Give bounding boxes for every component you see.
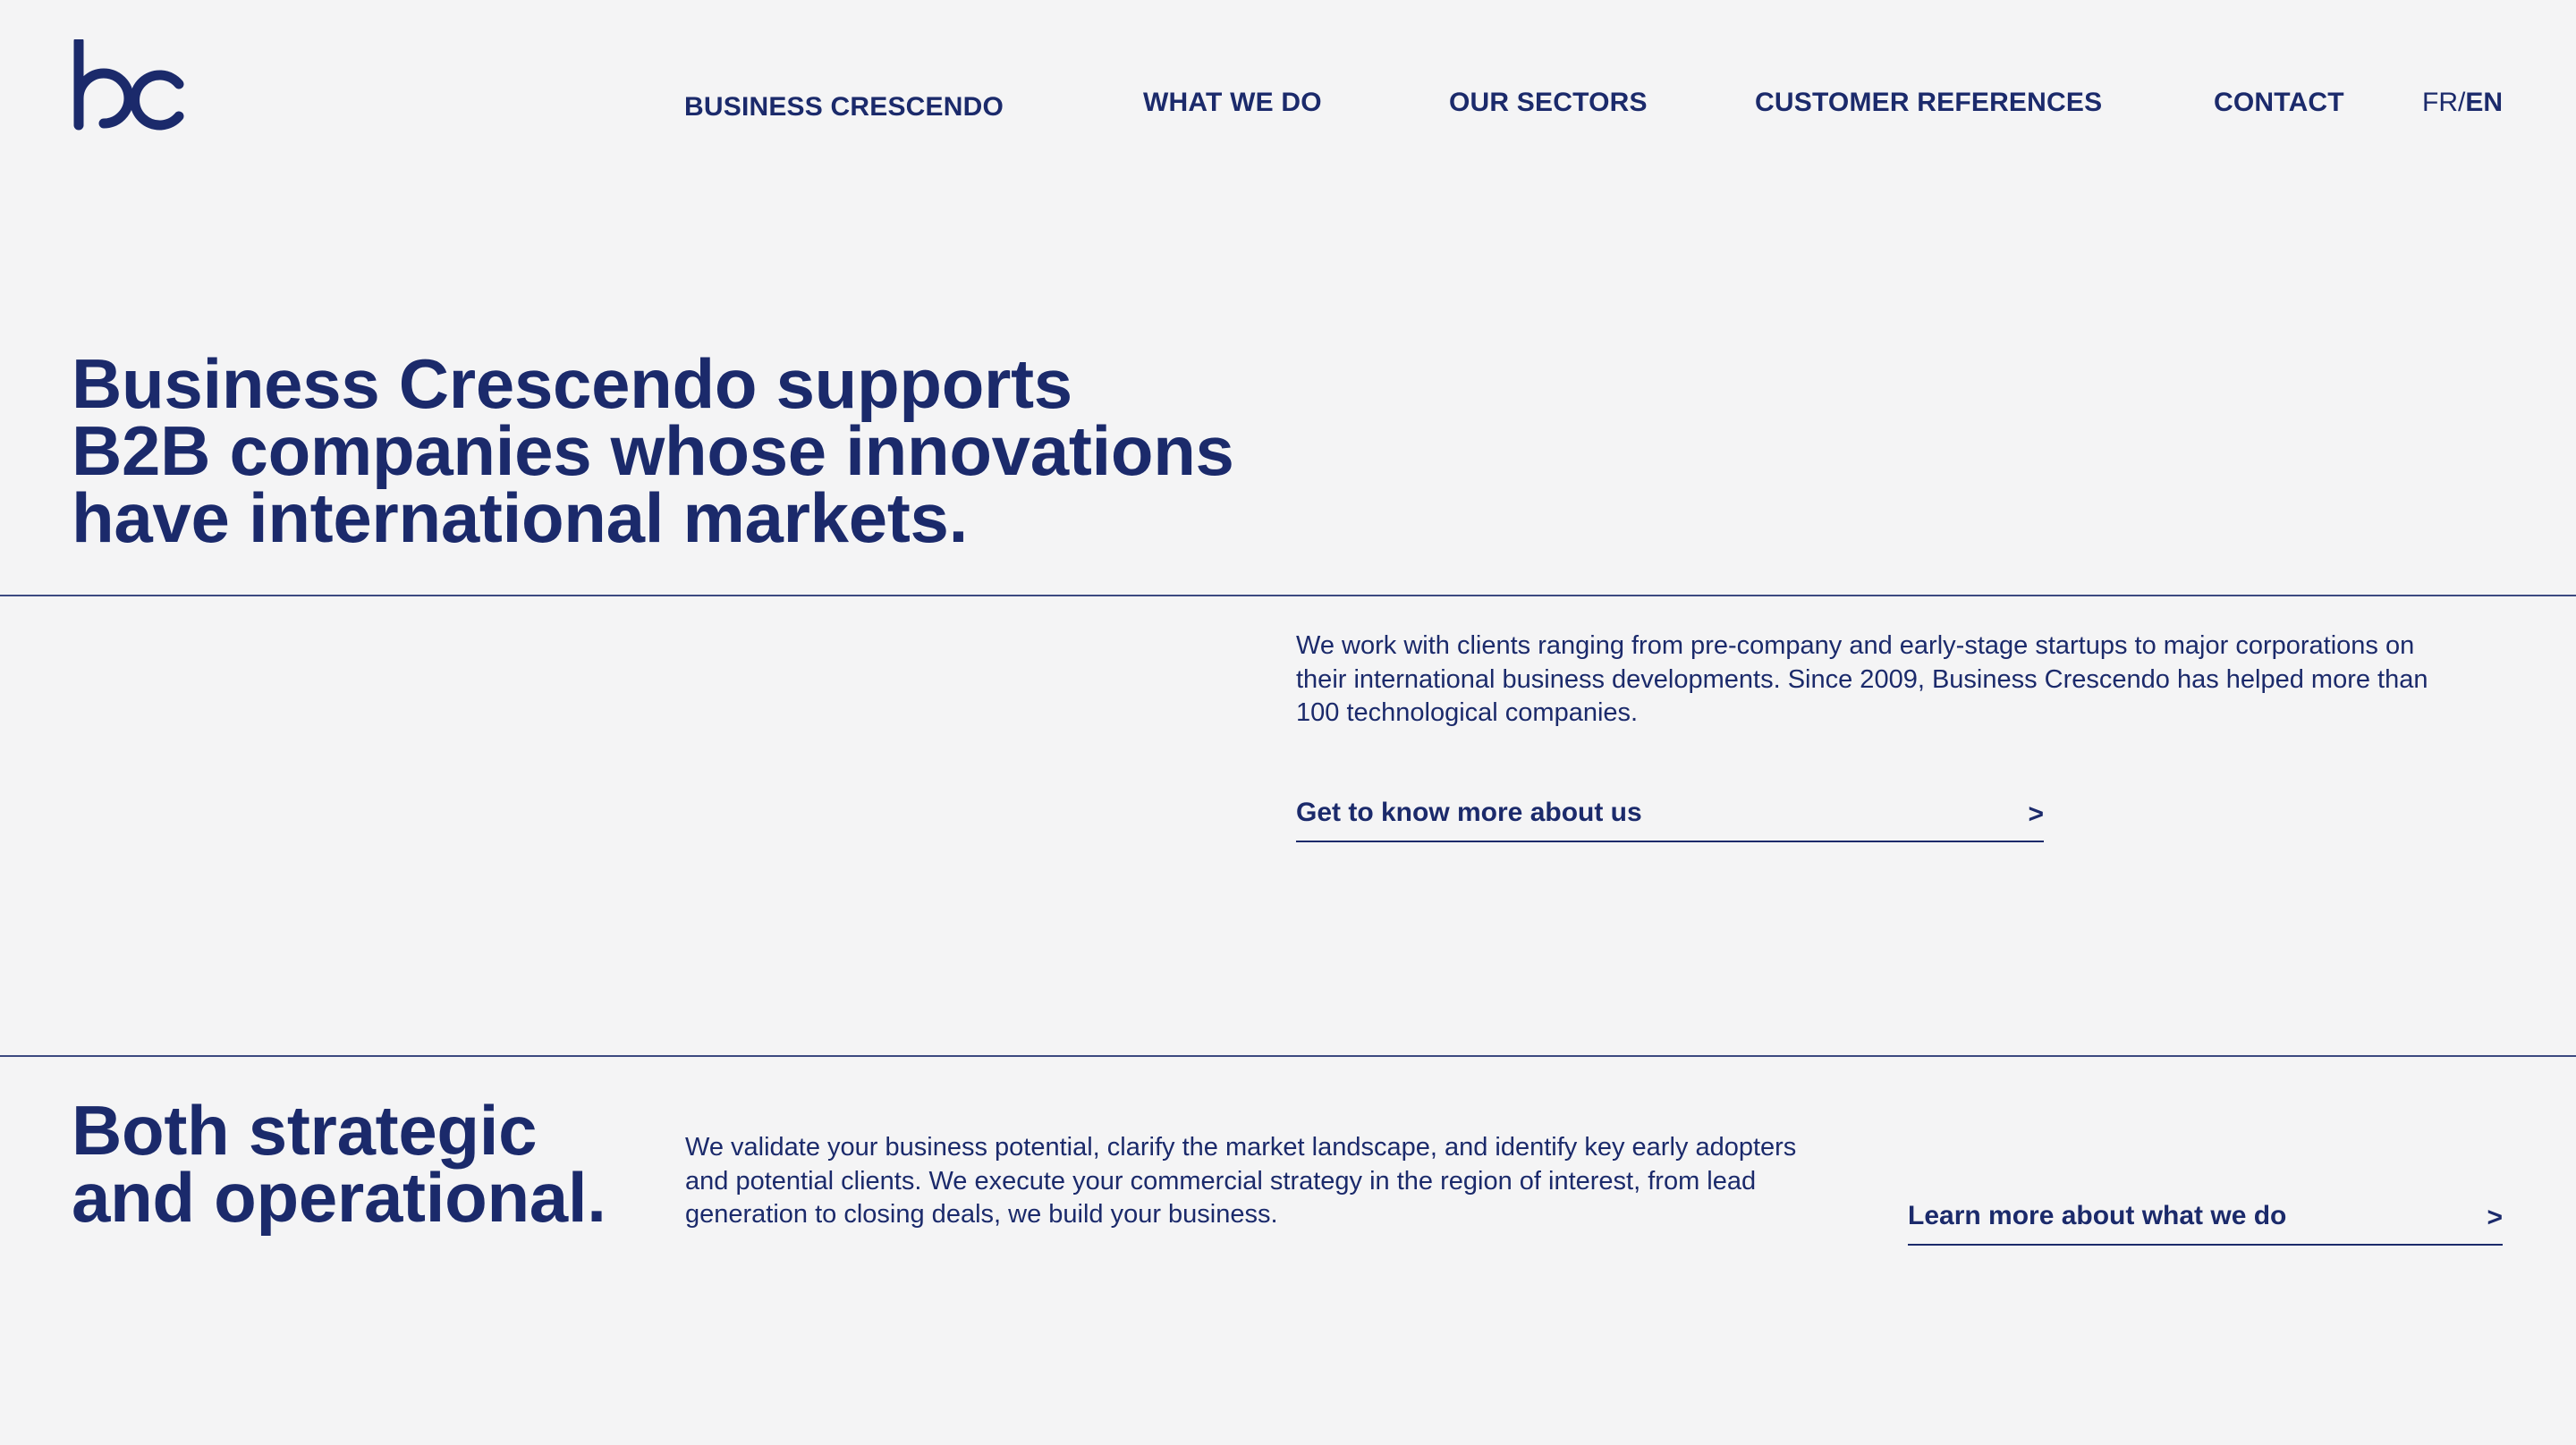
- lang-fr-link[interactable]: FR: [2422, 88, 2458, 117]
- hero-title: Business Crescendo supports B2B companie…: [72, 349, 1288, 553]
- hero-intro-text: We work with clients ranging from pre-co…: [1296, 631, 2428, 727]
- nav-contact[interactable]: CONTACT: [2214, 88, 2344, 118]
- section-title-line: and operational.: [72, 1158, 606, 1237]
- nav-what-we-do[interactable]: WHAT WE DO: [1143, 88, 1322, 118]
- what-we-do-link[interactable]: Learn more about what we do >: [1908, 1201, 2503, 1246]
- bc-logo-icon: [73, 36, 184, 131]
- section-divider: [0, 1055, 2576, 1057]
- about-us-link-label: Get to know more about us: [1296, 798, 1642, 827]
- arrow-right-icon: >: [2487, 1203, 2503, 1232]
- nav-customer-references[interactable]: CUSTOMER REFERENCES: [1755, 88, 2102, 118]
- lang-en-link[interactable]: EN: [2465, 88, 2503, 117]
- hero-title-line: have international markets.: [72, 478, 968, 557]
- nav-business-crescendo[interactable]: BUSINESS CRESCENDO: [684, 92, 1004, 123]
- home-logo-link[interactable]: [72, 36, 184, 132]
- what-we-do-link-label: Learn more about what we do: [1908, 1201, 2287, 1230]
- hero-divider: [0, 595, 2576, 596]
- section-title: Both strategic and operational.: [72, 1095, 644, 1232]
- section-description: We validate your business potential, cla…: [685, 1133, 1797, 1229]
- arrow-right-icon: >: [2028, 799, 2044, 829]
- language-switcher: FR/EN: [2422, 88, 2503, 118]
- about-us-link[interactable]: Get to know more about us >: [1296, 798, 2044, 842]
- nav-our-sectors[interactable]: OUR SECTORS: [1449, 88, 1648, 118]
